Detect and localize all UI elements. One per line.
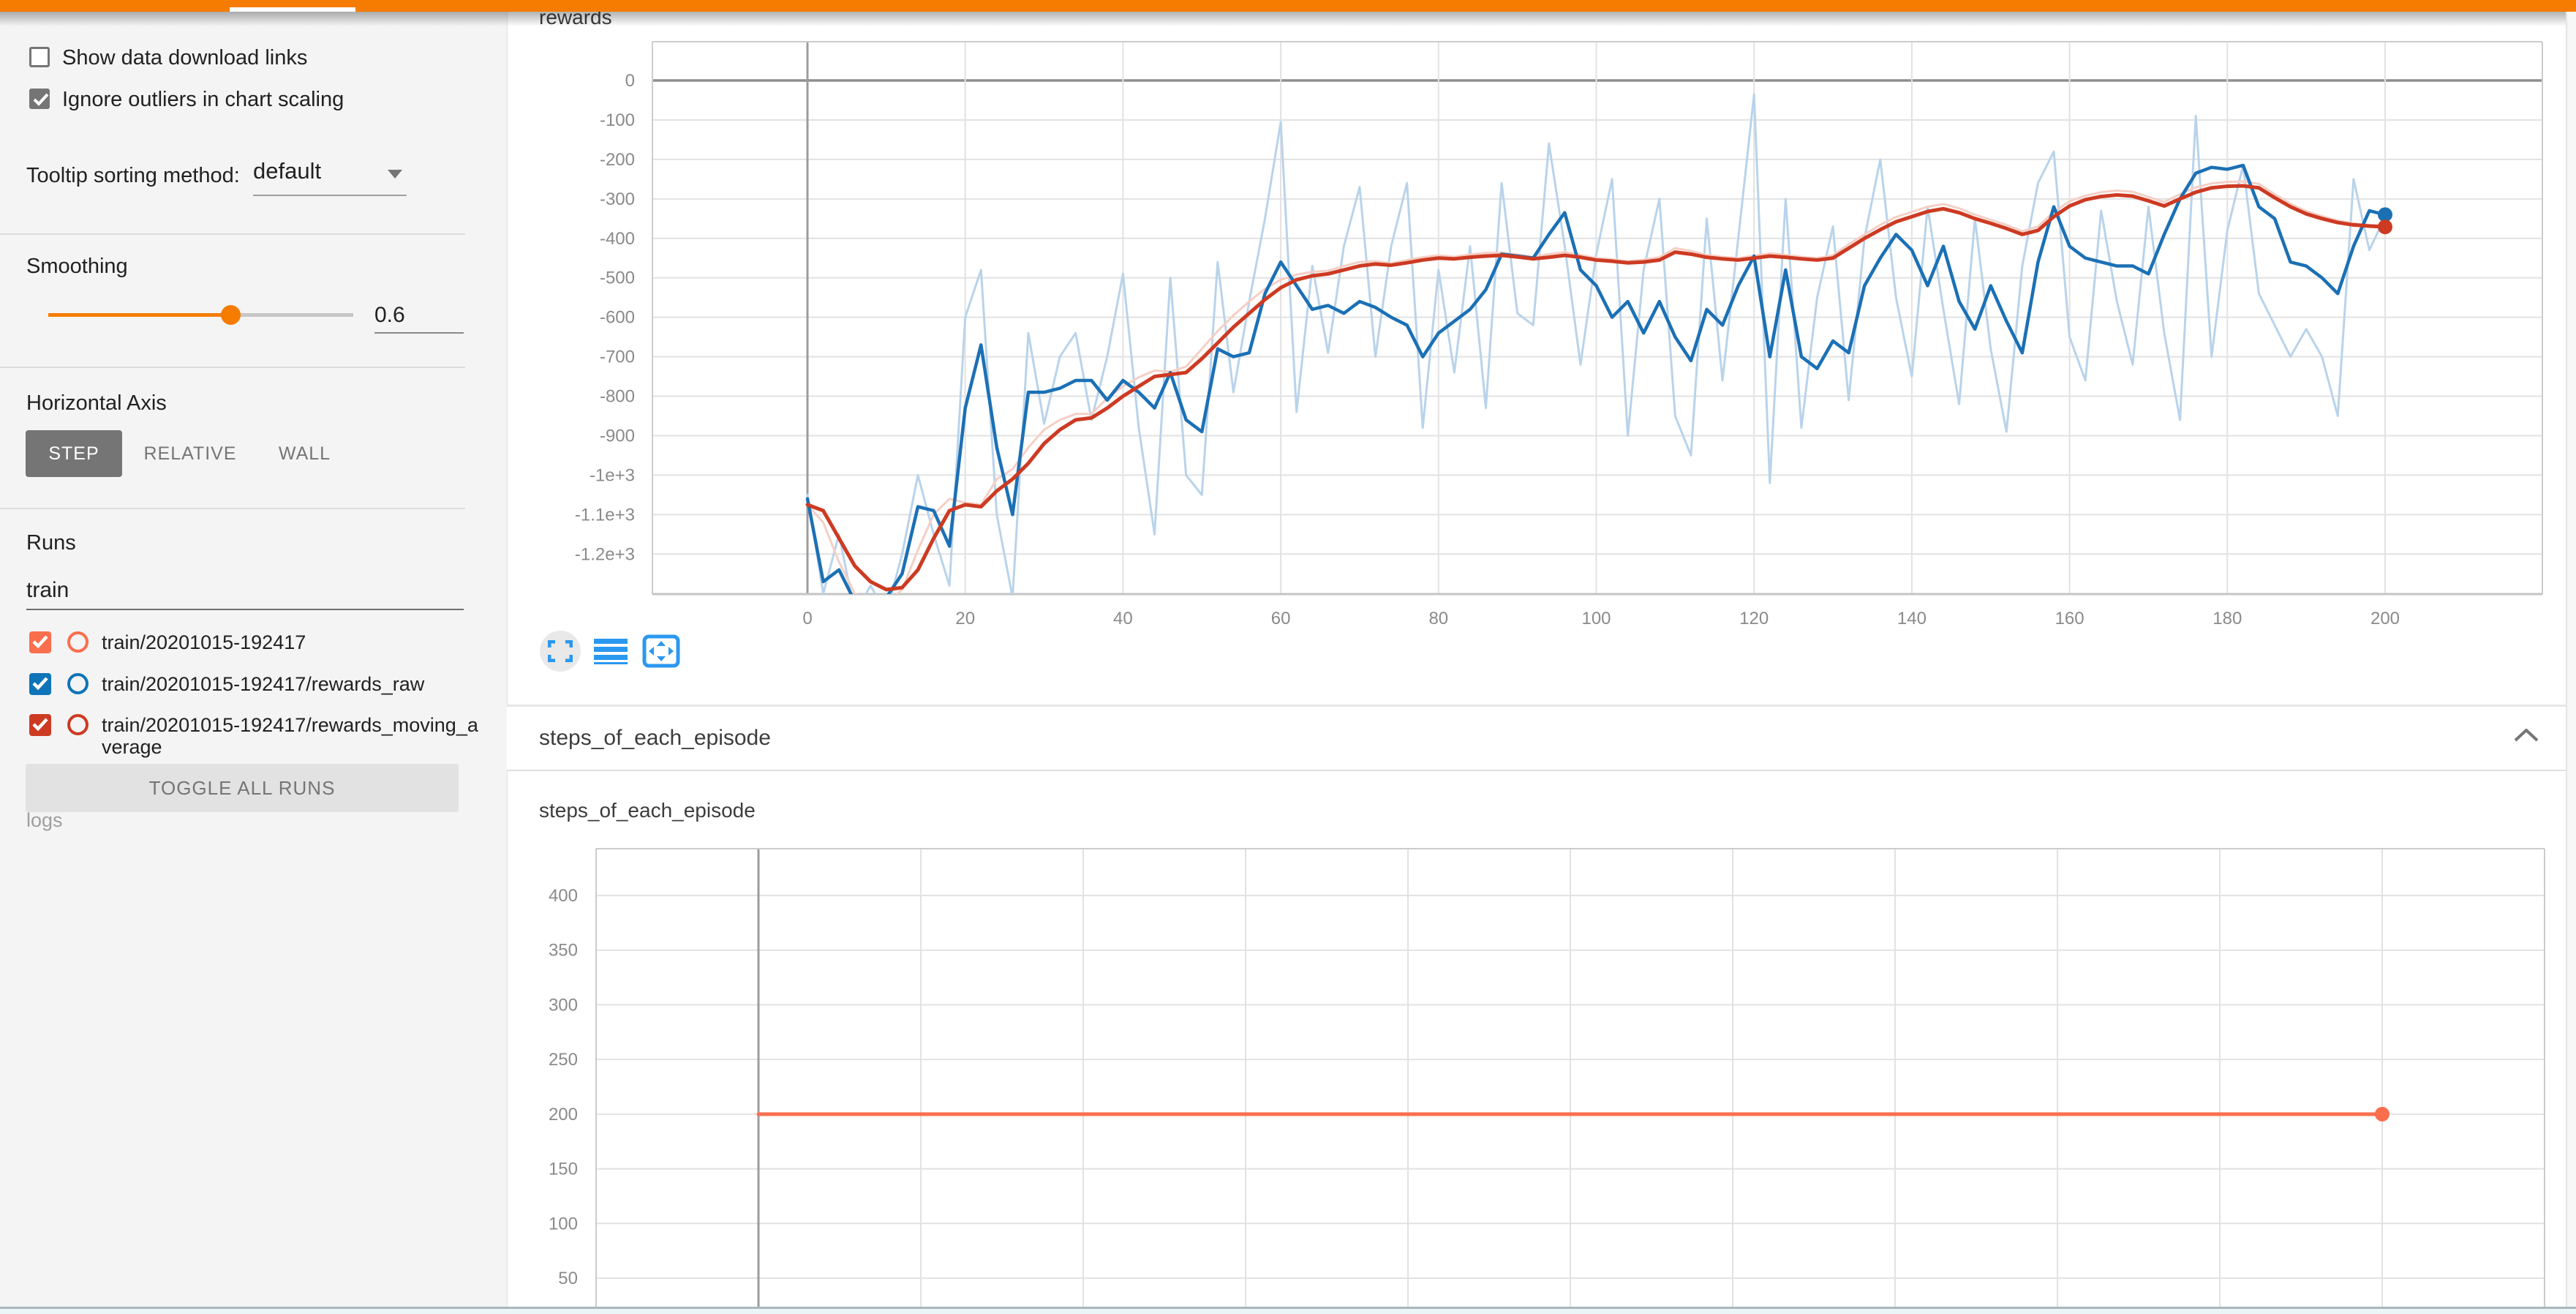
- tooltip-sorting-label: Tooltip sorting method:: [26, 164, 240, 188]
- run-label: train/20201015-192417/rewards_moving_ave…: [102, 714, 482, 758]
- svg-text:-300: -300: [600, 189, 635, 209]
- svg-text:-600: -600: [600, 308, 635, 328]
- dropdown-arrow-icon: [388, 170, 402, 179]
- divider: [0, 233, 465, 235]
- axis-step-button[interactable]: STEP: [26, 430, 122, 477]
- svg-text:400: 400: [549, 886, 578, 906]
- run-color-circle[interactable]: [67, 631, 88, 653]
- smoothing-slider-fill: [48, 313, 230, 317]
- svg-text:250: 250: [549, 1050, 578, 1070]
- svg-text:100: 100: [549, 1214, 578, 1234]
- tooltip-sorting-select[interactable]: default: [253, 158, 407, 196]
- run-label: train/20201015-192417: [102, 631, 482, 653]
- toggle-all-runs-button[interactable]: TOGGLE ALL RUNS: [26, 764, 459, 812]
- horizontal-axis-label: Horizontal Axis: [26, 391, 167, 416]
- svg-text:-1e+3: -1e+3: [590, 465, 635, 485]
- svg-text:300: 300: [549, 995, 578, 1015]
- active-tab-indicator: [230, 7, 355, 12]
- svg-text:-200: -200: [600, 150, 635, 170]
- check-icon: [32, 92, 50, 107]
- run-color-circle[interactable]: [67, 714, 88, 735]
- svg-text:-500: -500: [600, 269, 635, 288]
- axis-wall-button[interactable]: WALL: [266, 430, 343, 477]
- tooltip-sorting-value: default: [253, 158, 321, 184]
- check-icon: [31, 675, 50, 691]
- show-download-links-checkbox[interactable]: [29, 47, 50, 67]
- svg-text:160: 160: [2055, 609, 2084, 628]
- runs-group-logs-label: logs: [26, 809, 63, 832]
- vertical-scrollbar[interactable]: [2566, 12, 2576, 1314]
- check-icon: [31, 634, 50, 650]
- check-icon: [31, 716, 50, 732]
- svg-text:0: 0: [802, 609, 812, 628]
- smoothing-value-input[interactable]: [374, 299, 464, 334]
- steps-chart-title: steps_of_each_episode: [539, 799, 756, 822]
- runs-label: Runs: [26, 531, 76, 555]
- run-checkbox[interactable]: [29, 631, 51, 653]
- svg-text:0: 0: [625, 71, 635, 91]
- steps-chart[interactable]: 400 350 300 250 200 150 100 50: [507, 772, 2576, 1314]
- app-header-bar: [0, 0, 2576, 12]
- chart-toolbar: [540, 629, 682, 673]
- fit-data-icon[interactable]: [641, 631, 682, 672]
- section-header-steps[interactable]: steps_of_each_episode: [507, 707, 2576, 771]
- svg-text:-400: -400: [600, 229, 635, 249]
- svg-text:50: 50: [558, 1269, 578, 1288]
- run-label: train/20201015-192417/rewards_raw: [102, 673, 482, 695]
- svg-text:180: 180: [2212, 609, 2242, 628]
- run-color-circle[interactable]: [67, 673, 88, 694]
- svg-text:140: 140: [1897, 609, 1927, 628]
- chevron-up-icon[interactable]: [2514, 729, 2539, 742]
- axis-relative-button[interactable]: RELATIVE: [146, 430, 234, 477]
- fullscreen-icon[interactable]: [540, 631, 581, 672]
- show-download-links-label: Show data download links: [62, 46, 307, 70]
- svg-text:-700: -700: [600, 348, 635, 367]
- settings-sidebar: Show data download links Ignore outliers…: [0, 12, 507, 1314]
- section-title: steps_of_each_episode: [539, 726, 771, 751]
- runs-filter-input[interactable]: [26, 572, 464, 610]
- svg-text:80: 80: [1428, 609, 1448, 628]
- data-table-icon[interactable]: [590, 631, 631, 672]
- rewards-chart[interactable]: 0 -100 -200 -300 -400 -500 -600 -700 -800 -900 -1e…: [507, 0, 2576, 705]
- svg-text:150: 150: [549, 1160, 578, 1179]
- divider: [0, 508, 465, 509]
- svg-text:120: 120: [1739, 609, 1769, 628]
- svg-text:20: 20: [955, 609, 975, 628]
- svg-text:-1.2e+3: -1.2e+3: [575, 544, 635, 564]
- svg-text:60: 60: [1271, 609, 1291, 628]
- svg-text:-1.1e+3: -1.1e+3: [575, 505, 635, 525]
- svg-text:-800: -800: [600, 387, 635, 407]
- run-checkbox[interactable]: [29, 673, 51, 695]
- smoothing-slider-thumb[interactable]: [221, 305, 241, 325]
- ignore-outliers-label: Ignore outliers in chart scaling: [62, 88, 344, 112]
- svg-text:350: 350: [549, 941, 578, 961]
- svg-text:200: 200: [549, 1105, 578, 1125]
- divider: [0, 367, 465, 368]
- svg-text:-100: -100: [600, 110, 635, 130]
- svg-text:100: 100: [1581, 609, 1611, 628]
- svg-text:200: 200: [2370, 609, 2400, 628]
- smoothing-label: Smoothing: [26, 255, 128, 279]
- ignore-outliers-checkbox[interactable]: [29, 89, 50, 109]
- run-checkbox[interactable]: [29, 714, 51, 736]
- horizontal-scrollbar[interactable]: [0, 1307, 2576, 1314]
- svg-text:-900: -900: [600, 426, 635, 446]
- svg-text:40: 40: [1113, 609, 1133, 628]
